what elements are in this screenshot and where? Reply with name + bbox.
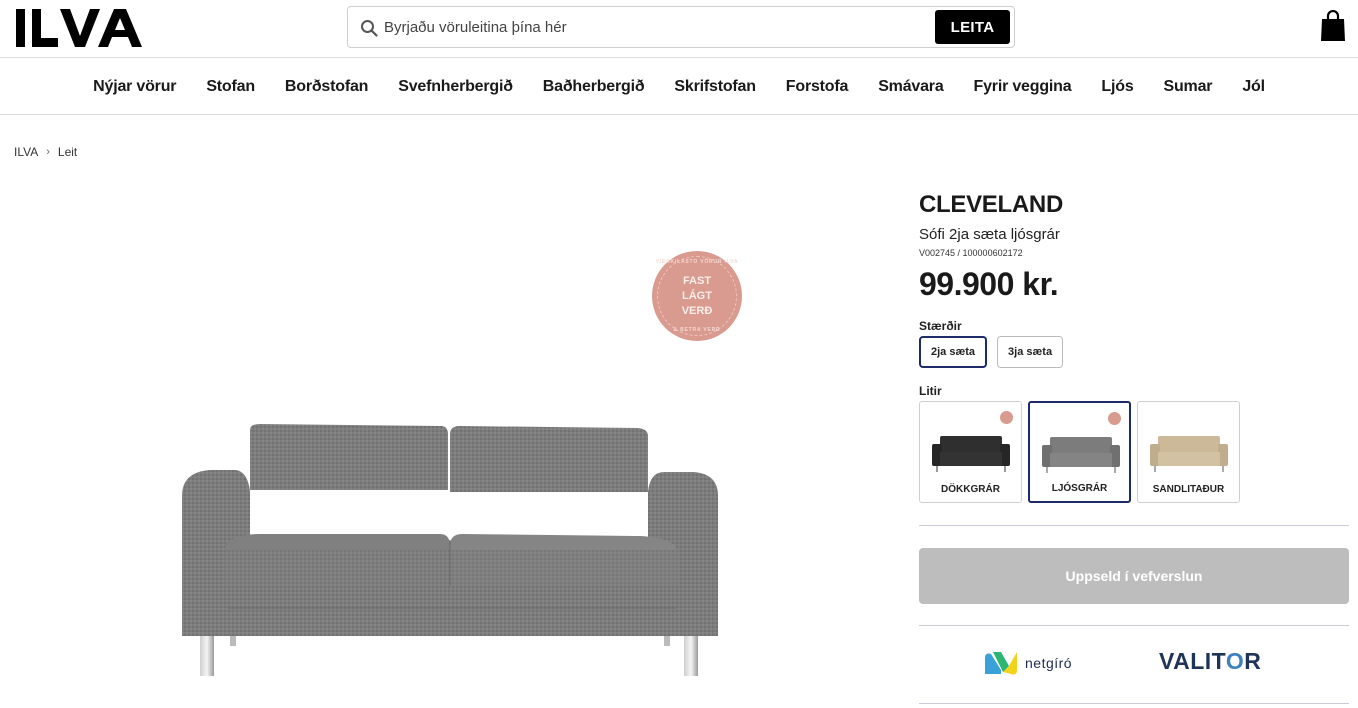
shopping-bag-icon[interactable] bbox=[1320, 9, 1346, 42]
sofa-thumbnail-sand bbox=[1150, 436, 1228, 472]
search-input[interactable] bbox=[384, 15, 924, 39]
nav-item-bordstofan[interactable]: Borðstofan bbox=[285, 78, 369, 96]
size-option-3ja-saeta[interactable]: 3ja sæta bbox=[997, 336, 1064, 368]
nav-item-svefnherbergid[interactable]: Svefnherbergið bbox=[398, 78, 513, 96]
product-sku: V002745 / 100000602172 bbox=[919, 248, 1023, 258]
add-to-cart-button[interactable]: Uppseld í vefverslun bbox=[919, 548, 1349, 604]
payment-providers: netgíró VALITOR bbox=[919, 646, 1349, 680]
nav-item-badherbergid[interactable]: Baðherbergið bbox=[543, 78, 645, 96]
breadcrumb: ILVA › Leit bbox=[14, 145, 77, 159]
valitor-text-o: O bbox=[1225, 648, 1245, 674]
sofa-thumbnail-light-grey bbox=[1042, 437, 1120, 473]
nav-item-stofan[interactable]: Stofan bbox=[206, 78, 255, 96]
netgiro-icon bbox=[985, 652, 1017, 675]
chevron-right-icon: › bbox=[46, 146, 50, 158]
nav-item-fyrir-veggina[interactable]: Fyrir veggina bbox=[974, 78, 1072, 96]
search-button[interactable]: LEITA bbox=[935, 10, 1010, 44]
badge-dot-icon bbox=[1000, 411, 1013, 424]
divider bbox=[919, 525, 1349, 526]
color-label: SANDLITAÐUR bbox=[1152, 484, 1225, 495]
divider bbox=[919, 625, 1349, 626]
badge-ring bbox=[657, 256, 737, 336]
ilva-logo[interactable] bbox=[16, 8, 158, 48]
sizes-label: Stærðir bbox=[919, 319, 962, 333]
main-nav: Nýjar vörur Stofan Borðstofan Svefnherbe… bbox=[0, 59, 1358, 115]
size-options: 2ja sæta 3ja sæta bbox=[919, 336, 1064, 368]
netgiro-text: netgíró bbox=[1025, 655, 1073, 671]
breadcrumb-current: Leit bbox=[57, 145, 78, 159]
valitor-text-post: R bbox=[1244, 648, 1262, 674]
nav-item-skrifstofan[interactable]: Skrifstofan bbox=[674, 78, 756, 96]
colors-label: Litir bbox=[919, 384, 942, 398]
nav-item-nyjar-vorur[interactable]: Nýjar vörur bbox=[93, 78, 176, 96]
product-price: 99.900 kr. bbox=[919, 266, 1059, 302]
price-badge: VIÐSKILASTO VÖRUR ILVA FAST LÁGT VERÐ & … bbox=[652, 251, 742, 341]
netgiro-logo: netgíró bbox=[983, 650, 1072, 676]
product-info: CLEVELAND Sófi 2ja sæta ljósgrár V002745… bbox=[919, 190, 1349, 704]
nav-item-ljos[interactable]: Ljós bbox=[1101, 78, 1133, 96]
badge-ring-text-top: VIÐSKILASTO VÖRUR ILVA bbox=[655, 259, 739, 265]
valitor-logo: VALITOR bbox=[1159, 648, 1261, 675]
product-image[interactable] bbox=[170, 400, 730, 685]
search-bar: LEITA bbox=[347, 6, 1015, 48]
breadcrumb-home[interactable]: ILVA bbox=[14, 145, 38, 159]
color-options: DÖKKGRÁR LJÓSGRÁR SANDLITAÐUR bbox=[919, 401, 1240, 503]
color-label: LJÓSGRÁR bbox=[1051, 483, 1108, 494]
color-option-ljosgrar[interactable]: LJÓSGRÁR bbox=[1028, 401, 1131, 503]
nav-item-smavara[interactable]: Smávara bbox=[878, 78, 944, 96]
nav-item-sumar[interactable]: Sumar bbox=[1164, 78, 1213, 96]
product-title: CLEVELAND bbox=[919, 191, 1063, 218]
size-option-2ja-saeta[interactable]: 2ja sæta bbox=[919, 336, 988, 368]
site-header: LEITA bbox=[0, 0, 1358, 58]
nav-item-jol[interactable]: Jól bbox=[1242, 78, 1265, 96]
color-label: DÖKKGRÁR bbox=[941, 484, 1000, 495]
badge-ring-text-bottom: & BETRA VERÐ bbox=[673, 327, 721, 333]
divider bbox=[919, 703, 1349, 704]
nav-item-forstofa[interactable]: Forstofa bbox=[786, 78, 849, 96]
badge-dot-icon bbox=[1108, 412, 1121, 425]
product-subtitle: Sófi 2ja sæta ljósgrár bbox=[919, 226, 1060, 243]
color-option-dokkgrar[interactable]: DÖKKGRÁR bbox=[919, 401, 1022, 503]
sofa-thumbnail-dark bbox=[932, 436, 1010, 472]
color-option-sandlitadur[interactable]: SANDLITAÐUR bbox=[1137, 401, 1240, 503]
valitor-text-pre: VALIT bbox=[1159, 648, 1226, 674]
search-icon bbox=[360, 19, 378, 37]
